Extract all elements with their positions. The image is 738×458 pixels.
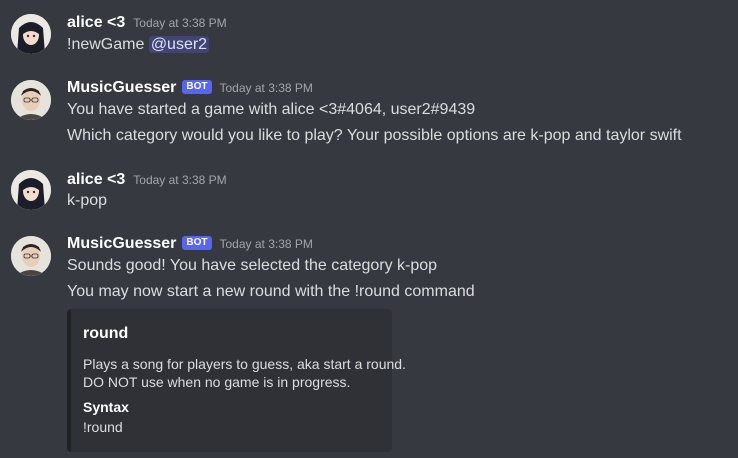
avatar-man-glasses-icon <box>11 80 51 120</box>
bot-badge: BOT <box>182 236 212 250</box>
username-alice[interactable]: alice <3 <box>67 14 125 32</box>
message-group: alice <3 Today at 3:38 PM k-pop <box>0 157 738 217</box>
message-text: !newGame <box>67 36 149 53</box>
message-text: You may now start a new round with the !… <box>67 283 475 300</box>
embed-description-line: DO NOT use when no game is in progress. <box>83 374 351 390</box>
username-musicguesser[interactable]: MusicGuesser <box>67 235 176 253</box>
message-timestamp: Today at 3:38 PM <box>133 16 227 30</box>
message-group: alice <3 Today at 3:38 PM !newGame @user… <box>0 0 738 60</box>
bot-badge: BOT <box>182 80 212 94</box>
message-text: You have started a game with alice <3#40… <box>67 101 476 118</box>
message-text: k-pop <box>67 192 108 209</box>
message-timestamp: Today at 3:38 PM <box>219 81 313 95</box>
avatar-musicguesser[interactable] <box>11 236 51 276</box>
embed-description-line: Plays a song for players to guess, aka s… <box>83 356 406 372</box>
message-timestamp: Today at 3:38 PM <box>219 237 313 251</box>
chat-message-list: alice <3 Today at 3:38 PM !newGame @user… <box>0 0 738 458</box>
avatar-man-glasses-icon <box>11 236 51 276</box>
embed-title: round <box>83 325 129 342</box>
user-mention[interactable]: @user2 <box>148 36 210 53</box>
avatar-anime-girl-icon <box>11 14 51 54</box>
message-text: Which category would you like to play? Y… <box>67 127 682 144</box>
embed-field-value: !round <box>83 419 123 435</box>
message-group: MusicGuesser BOT Today at 3:38 PM You ha… <box>0 66 738 156</box>
message-embed: round Plays a song for players to guess,… <box>67 309 406 452</box>
avatar-anime-girl-icon <box>11 170 51 210</box>
message-content: !newGame @user2 <box>67 34 210 56</box>
message-timestamp: Today at 3:38 PM <box>133 173 227 187</box>
embed-field-name: Syntax <box>83 399 129 415</box>
avatar-alice[interactable] <box>11 170 51 210</box>
message-text: Sounds good! You have selected the categ… <box>67 257 438 274</box>
username-alice[interactable]: alice <3 <box>67 171 125 189</box>
avatar-musicguesser[interactable] <box>11 80 51 120</box>
avatar-alice[interactable] <box>11 14 51 54</box>
username-musicguesser[interactable]: MusicGuesser <box>67 79 176 97</box>
